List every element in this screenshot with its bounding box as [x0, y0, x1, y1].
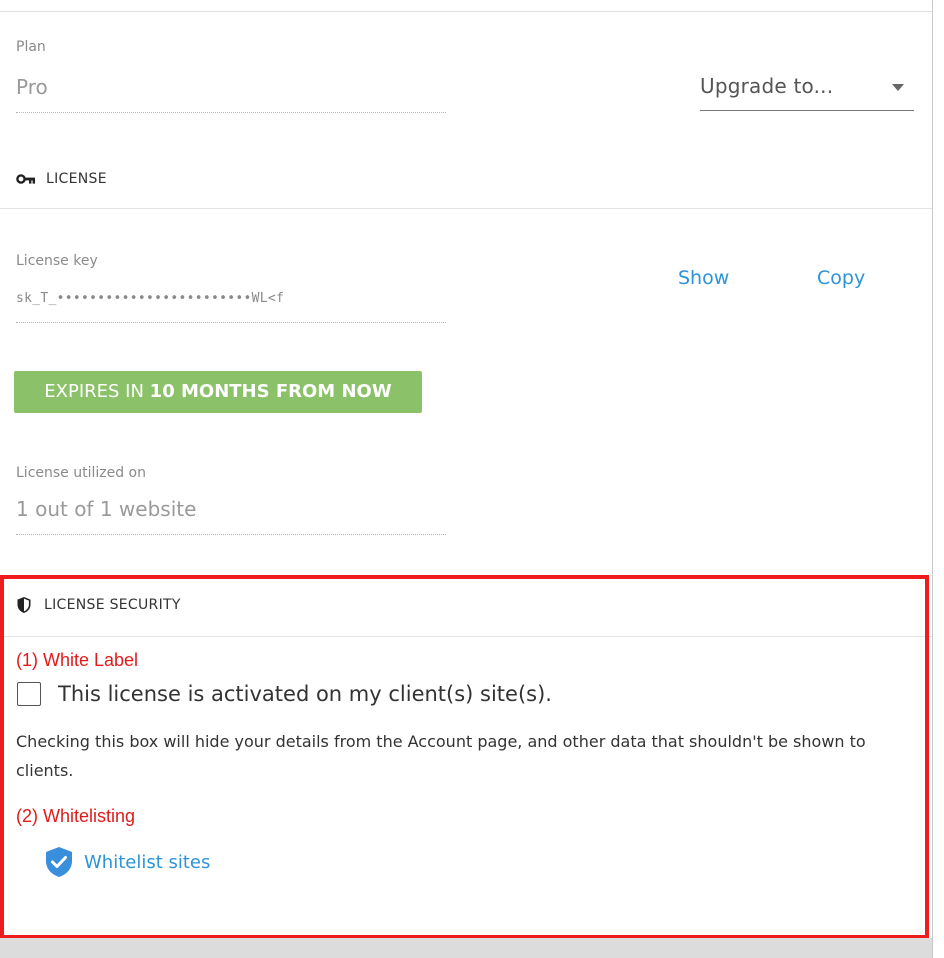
license-key-value: sk_T_••••••••••••••••••••••••WL<f — [16, 291, 285, 306]
expires-duration: 10 MONTHS FROM NOW — [149, 381, 392, 402]
divider — [0, 11, 932, 12]
plan-underline — [16, 112, 446, 113]
license-utilized-label: License utilized on — [16, 465, 146, 481]
expires-badge: EXPIRES IN 10 MONTHS FROM NOW — [14, 371, 422, 413]
caret-down-icon — [892, 84, 904, 91]
upgrade-select[interactable]: Upgrade to... — [700, 66, 914, 111]
divider — [0, 208, 932, 209]
license-utilized-value: 1 out of 1 website — [16, 497, 197, 521]
plan-label: Plan — [16, 39, 46, 55]
license-section-header: LICENSE — [16, 171, 107, 187]
bottom-bar — [0, 938, 932, 958]
show-key-link[interactable]: Show — [678, 267, 729, 289]
copy-key-link[interactable]: Copy — [817, 267, 865, 289]
license-panel: Plan Pro Upgrade to... LICENSE License k… — [0, 0, 933, 958]
license-utilized-underline — [16, 534, 446, 535]
expires-prefix: EXPIRES IN — [44, 381, 150, 402]
upgrade-select-value: Upgrade to... — [700, 74, 834, 98]
license-section-title: LICENSE — [46, 171, 107, 187]
annotation-highlight-box — [0, 575, 929, 939]
license-key-underline — [16, 322, 446, 323]
plan-value: Pro — [16, 75, 48, 99]
license-key-label: License key — [16, 253, 98, 269]
key-icon — [16, 174, 35, 184]
